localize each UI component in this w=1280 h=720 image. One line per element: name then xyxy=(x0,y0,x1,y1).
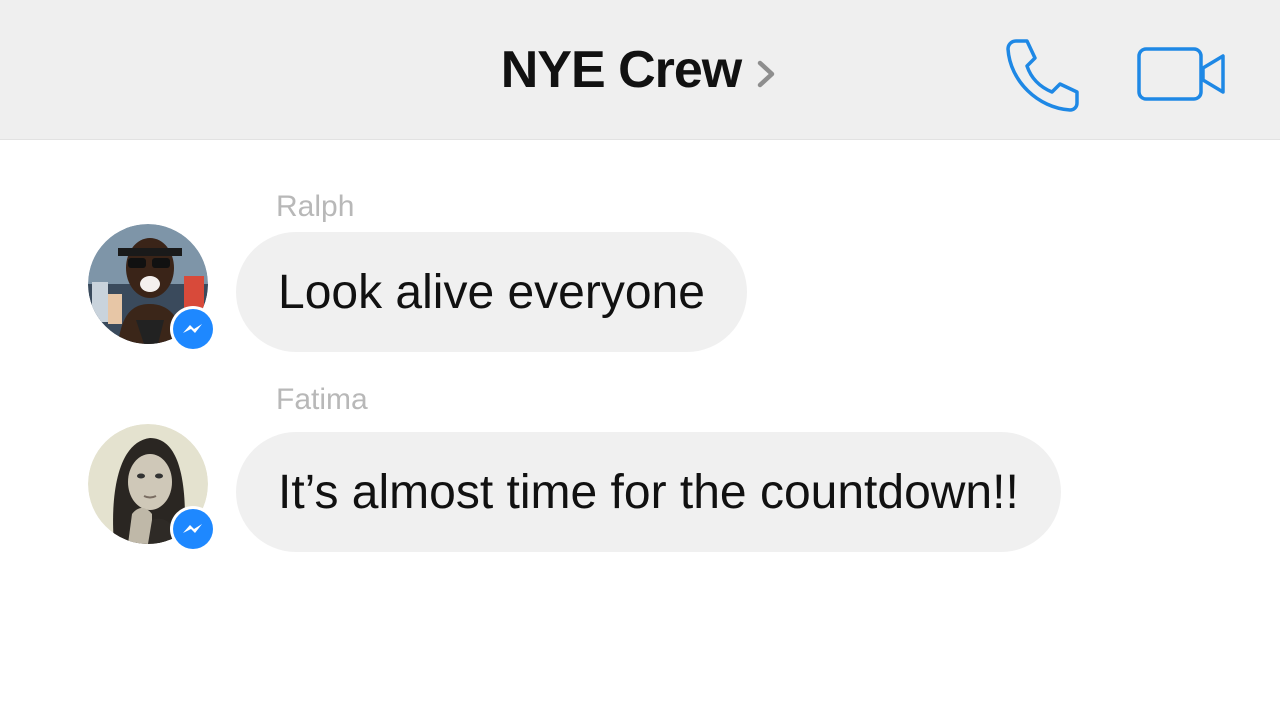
conversation-header: NYE Crew xyxy=(0,0,1280,140)
phone-icon xyxy=(1006,39,1079,112)
video-camera-icon xyxy=(1137,47,1225,101)
avatar[interactable] xyxy=(88,424,216,552)
video-call-button[interactable] xyxy=(1136,44,1228,104)
messenger-icon xyxy=(183,524,202,533)
sender-name: Ralph xyxy=(276,190,355,223)
conversation-info-button[interactable]: NYE Crew xyxy=(501,40,780,100)
chevron-right-icon xyxy=(758,60,775,88)
messenger-badge xyxy=(170,506,216,552)
avatar[interactable] xyxy=(88,224,216,352)
message-bubble[interactable]: It’s almost time for the countdown!! xyxy=(236,432,1061,552)
messenger-badge xyxy=(170,306,216,352)
conversation-title: NYE Crew xyxy=(500,41,743,99)
sender-name: Fatima xyxy=(276,383,368,416)
voice-call-button[interactable] xyxy=(1002,36,1082,112)
messenger-icon xyxy=(183,324,202,333)
message-bubble[interactable]: Look alive everyone xyxy=(236,232,747,352)
title-area: NYE Crew xyxy=(0,0,1280,140)
